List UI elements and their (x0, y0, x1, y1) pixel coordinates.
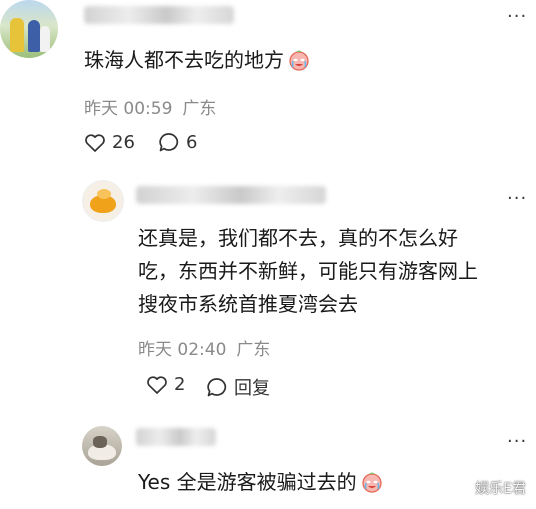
more-icon[interactable]: ··· (507, 8, 527, 26)
reply-text-line: 吃，东西并不新鲜，可能只有游客网上 (138, 259, 478, 283)
reply-text: Yes 全是游客被骗过去的 (138, 466, 383, 503)
reply-button[interactable]: 回复 (206, 374, 270, 400)
more-icon[interactable]: ··· (507, 433, 527, 451)
timestamp: 昨天 00:59 (84, 99, 173, 119)
watermark: 娱乐E君 (475, 481, 526, 497)
timestamp: 昨天 02:40 (138, 340, 227, 360)
reply-text-line: 还真是，我们都不去，真的不怎么好 (138, 226, 458, 250)
reply-meta: 昨天 02:40 广东 (138, 335, 280, 360)
like-count: 2 (174, 374, 186, 395)
crying-laughing-face-icon (288, 48, 310, 81)
like-button[interactable]: 26 (84, 132, 135, 153)
comment-button[interactable]: 6 (158, 132, 197, 153)
more-icon[interactable]: ··· (507, 190, 527, 208)
speech-bubble-icon (207, 377, 227, 396)
avatar-shape (97, 189, 111, 199)
reply-label: 回复 (234, 378, 270, 399)
avatar-figure (28, 20, 40, 52)
location: 广东 (236, 340, 271, 360)
reply-text: 还真是，我们都不去，真的不怎么好 吃，东西并不新鲜，可能只有游客网上 搜夜市系统… (138, 222, 478, 321)
speech-bubble-icon (159, 133, 179, 152)
reply-text-body: Yes 全是游客被骗过去的 (138, 470, 357, 494)
username-blurred[interactable] (136, 186, 326, 204)
username-blurred[interactable] (136, 428, 216, 446)
avatar[interactable] (82, 180, 124, 222)
crying-laughing-face-icon (361, 470, 383, 503)
reply-count: 6 (186, 132, 198, 153)
avatar-figure (10, 18, 24, 52)
heart-outline-icon (85, 133, 105, 152)
comment-meta: 昨天 00:59 广东 (84, 94, 226, 119)
avatar[interactable] (0, 0, 58, 58)
location: 广东 (182, 99, 217, 119)
like-button[interactable]: 2 (146, 374, 185, 395)
like-count: 26 (112, 132, 135, 153)
username-blurred[interactable] (84, 6, 234, 24)
comment-text-body: 珠海人都不去吃的地方 (84, 48, 284, 72)
avatar[interactable] (82, 426, 122, 466)
reply-text-line: 搜夜市系统首推夏湾会去 (138, 292, 358, 316)
comment-text: 珠海人都不去吃的地方 (84, 44, 310, 81)
avatar-figure (40, 26, 50, 52)
avatar-shape (93, 436, 107, 448)
heart-outline-icon (147, 375, 167, 394)
